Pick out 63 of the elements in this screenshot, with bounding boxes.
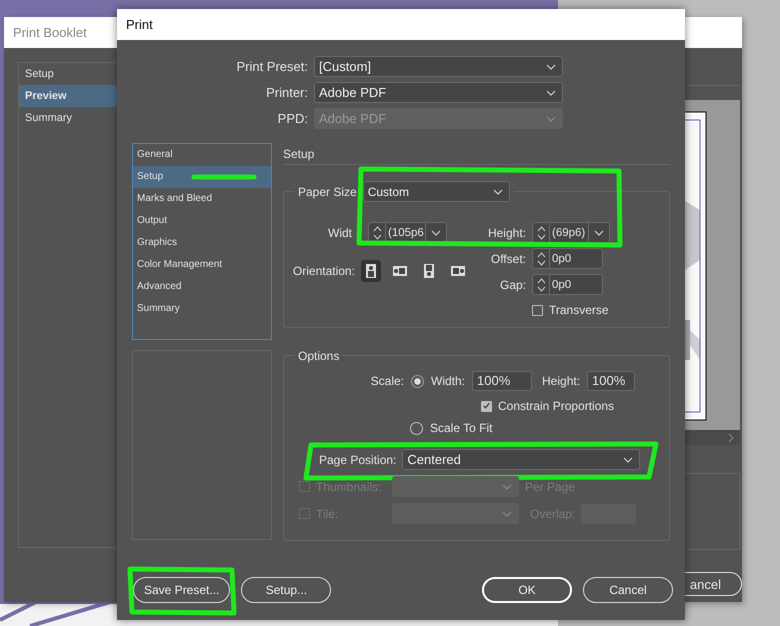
chevron-down-icon xyxy=(502,510,512,516)
category-item[interactable]: General xyxy=(133,144,271,166)
window-title: Print xyxy=(117,9,685,40)
up-down-arrows-icon xyxy=(372,224,382,240)
height-field[interactable]: (69p6) xyxy=(532,222,610,243)
up-down-arrows-icon xyxy=(536,224,546,240)
chevron-down-icon xyxy=(431,230,441,236)
dialog-button[interactable]: Save Preset... xyxy=(133,577,230,603)
up-down-arrows-icon xyxy=(536,276,546,292)
field-label: Offset: xyxy=(490,252,526,266)
field-label: Widt xyxy=(327,226,352,240)
field-label: Scale: xyxy=(370,374,404,388)
page-figure-icon xyxy=(450,263,466,279)
page-figure-icon xyxy=(392,263,408,279)
group-label: Options xyxy=(298,348,340,362)
dropdown[interactable]: [Custom] xyxy=(314,56,563,77)
scale-height-field[interactable]: 100% xyxy=(587,371,636,391)
radio-button[interactable] xyxy=(410,422,423,434)
checkbox[interactable] xyxy=(532,304,543,316)
offset-field[interactable]: 0p0 xyxy=(532,248,603,269)
category-item[interactable]: Color Management xyxy=(133,254,271,276)
checkbox-label: Constrain Proportions xyxy=(498,399,614,413)
dialog-button[interactable]: Setup... xyxy=(241,577,332,603)
chevron-down-icon xyxy=(546,116,556,122)
field-label: Print Preset: xyxy=(235,59,308,74)
chevron-down-icon xyxy=(546,90,556,96)
scale-width-field[interactable]: 100% xyxy=(472,371,532,391)
chevron-right-icon xyxy=(728,432,734,442)
orientation-button[interactable] xyxy=(360,260,381,282)
dialog-button[interactable]: OK xyxy=(482,577,572,603)
category-item[interactable]: Graphics xyxy=(133,232,271,254)
radio-label: Width: xyxy=(431,374,466,388)
field-label: Height: xyxy=(542,374,580,388)
dropdown[interactable]: Adobe PDF xyxy=(314,82,563,103)
gap-field[interactable]: 0p0 xyxy=(532,274,603,295)
field-label: Orientation: xyxy=(292,264,355,278)
chevron-down-icon xyxy=(502,484,512,490)
width-field[interactable]: (105p6 xyxy=(368,222,447,243)
chevron-down-icon xyxy=(546,64,556,70)
radio-label: Scale To Fit xyxy=(430,421,492,435)
dialog-button[interactable]: Cancel xyxy=(583,577,673,603)
paper-size-dropdown[interactable]: Custom xyxy=(362,181,510,202)
section-title: Setup xyxy=(283,143,670,165)
chevron-down-icon xyxy=(594,230,604,236)
page-position-dropdown[interactable]: Centered xyxy=(402,449,640,470)
checkbox[interactable] xyxy=(299,481,310,492)
radio-button[interactable] xyxy=(411,374,424,388)
checkbox-label: Transverse xyxy=(549,303,609,317)
category-item[interactable]: Setup xyxy=(133,166,271,188)
up-down-arrows-icon xyxy=(536,250,546,266)
group-label: Paper Size xyxy=(298,184,357,198)
category-item[interactable]: Marks and Bleed xyxy=(133,188,271,210)
field-label: PPD: xyxy=(276,111,308,126)
field-label: Height: xyxy=(486,226,526,240)
field-label: Gap: xyxy=(498,278,526,292)
field-label: Page Position: xyxy=(319,452,396,466)
field-label: Printer: xyxy=(265,85,308,100)
category-item[interactable]: Output xyxy=(133,210,271,232)
chevron-down-icon xyxy=(492,188,503,194)
category-item[interactable]: Advanced xyxy=(133,276,271,298)
chevron-down-icon xyxy=(623,456,634,462)
checkbox[interactable] xyxy=(481,400,492,412)
category-item[interactable]: Summary xyxy=(133,298,271,320)
